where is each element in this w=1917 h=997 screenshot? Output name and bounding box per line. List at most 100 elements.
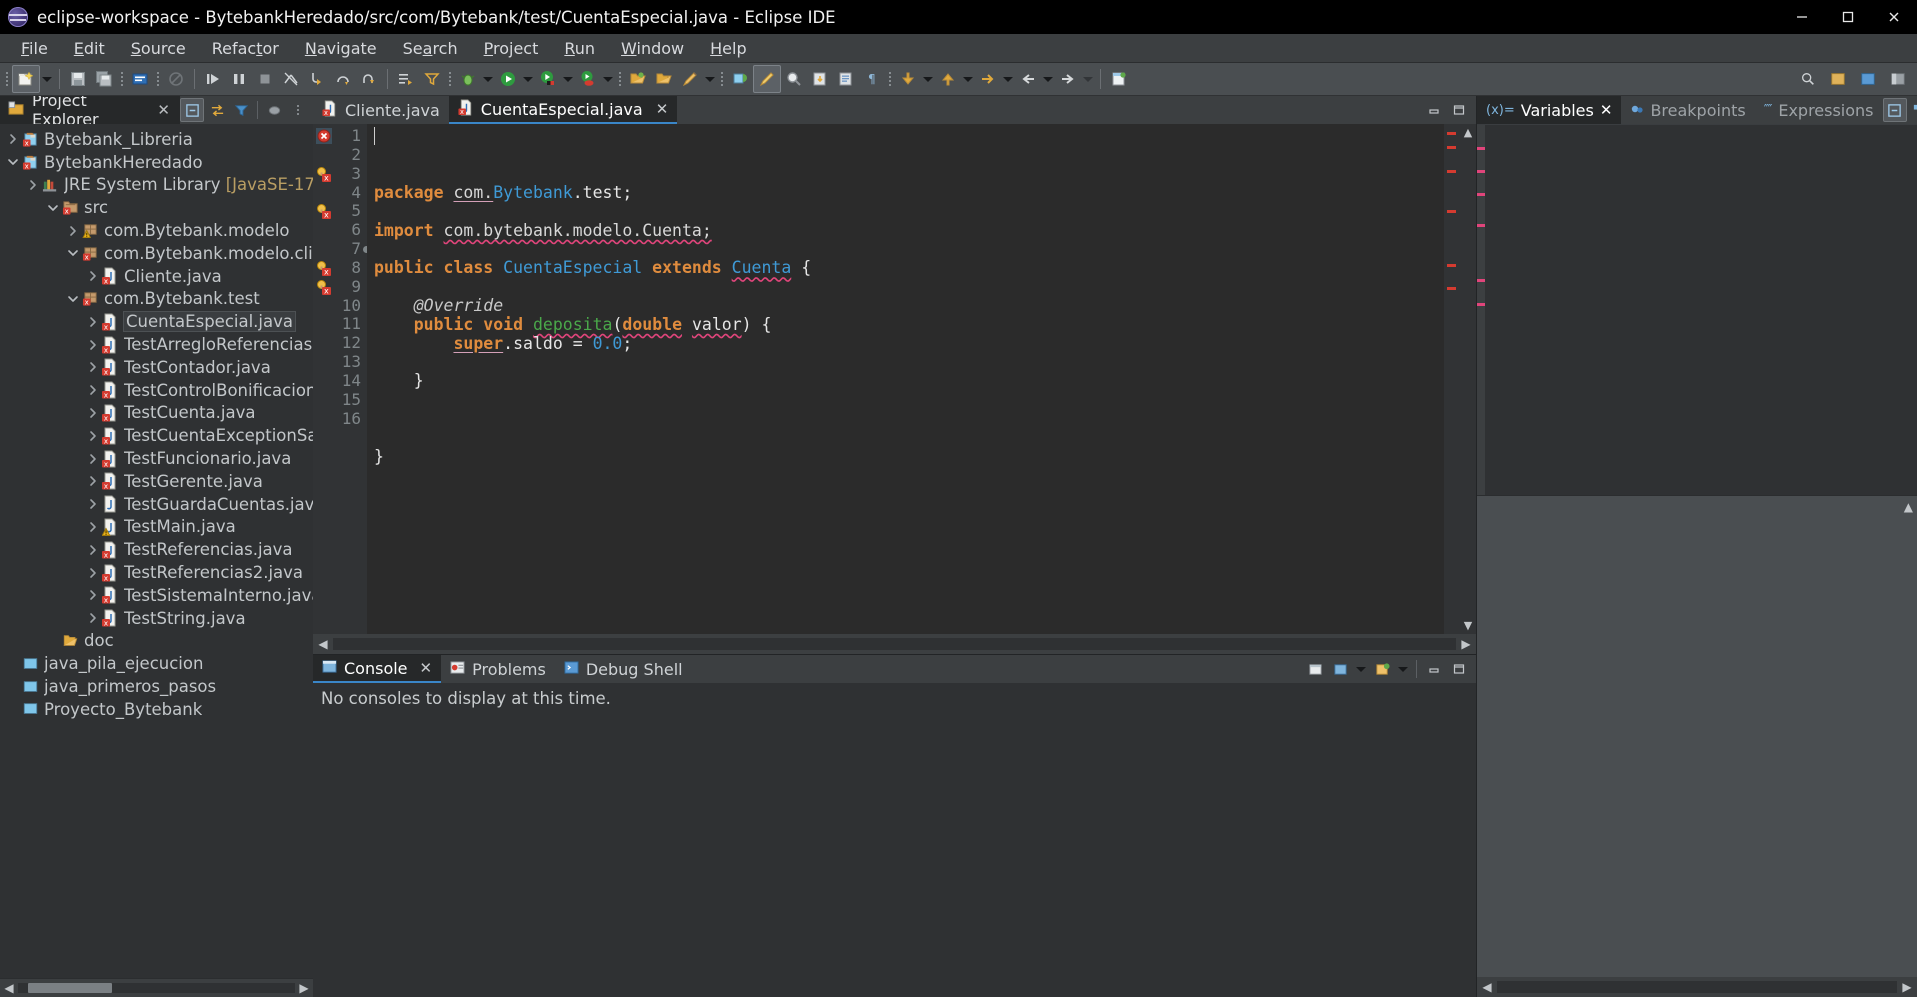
tree-item[interactable]: x TestGerente.java: [0, 470, 313, 493]
tree-item[interactable]: x TestReferencias2.java: [0, 561, 313, 584]
chevron-down-icon[interactable]: [66, 292, 80, 306]
step-over-icon[interactable]: [330, 66, 356, 92]
error-marker-icon[interactable]: [316, 128, 332, 144]
view-menu-filter-icon[interactable]: [230, 99, 252, 121]
quickfix-error-marker-icon[interactable]: x: [316, 203, 332, 220]
undo-disabled-icon[interactable]: [163, 66, 189, 92]
hscroll-track[interactable]: [18, 983, 295, 993]
code-content[interactable]: package com.Bytebank.test; import com.by…: [367, 124, 1444, 634]
overview-error-mark[interactable]: [1447, 146, 1456, 149]
tab-problems[interactable]: Problems: [441, 655, 555, 683]
toolbar-group-handle-3[interactable]: [446, 68, 454, 90]
toolbar-group-handle-5[interactable]: [718, 68, 726, 90]
editor-marker-ruler[interactable]: x x x x: [313, 124, 335, 634]
close-icon[interactable]: [1871, 0, 1917, 34]
tree-item[interactable]: java_primeros_pasos: [0, 675, 313, 698]
code-line[interactable]: import com.bytebank.modelo.Cuenta;: [367, 221, 1444, 241]
toolbar-group-handle-2[interactable]: [154, 68, 162, 90]
tab-expressions[interactable]: ⁗ Expressions: [1755, 96, 1883, 124]
collapse-all-icon[interactable]: [180, 98, 204, 122]
menu-file[interactable]: FFileile: [8, 36, 61, 61]
scroll-right-icon[interactable]: ▶: [1897, 980, 1917, 994]
hscroll-thumb[interactable]: [28, 983, 112, 993]
editor-hscrollbar[interactable]: ◀ ▶: [313, 634, 1476, 654]
last-edit-icon[interactable]: ¶: [859, 66, 885, 92]
close-icon[interactable]: ✕: [656, 101, 669, 117]
code-line[interactable]: package com.Bytebank.test;: [367, 183, 1444, 203]
tree-item[interactable]: x TestContador.java: [0, 356, 313, 379]
chevron-right-icon[interactable]: [86, 497, 100, 511]
tree-item[interactable]: x TestCuentaExceptionSaldo.java: [0, 424, 313, 447]
suspend-icon[interactable]: [226, 66, 252, 92]
console-dropdown[interactable]: [1354, 656, 1368, 682]
chevron-right-icon[interactable]: [86, 315, 100, 329]
focus-on-active-task-icon[interactable]: [263, 99, 285, 121]
project-tree[interactable]: x Bytebank_Libreria x BytebankHeredado JRE S…: [0, 124, 313, 978]
scroll-left-icon[interactable]: ◀: [313, 637, 333, 651]
next-edit-icon[interactable]: [975, 66, 1001, 92]
chevron-right-icon[interactable]: [86, 543, 100, 557]
tree-item[interactable]: JRE System Library [JavaSE-17]: [0, 174, 313, 197]
tree-item[interactable]: x com.Bytebank.modelo.cliente: [0, 242, 313, 265]
save-icon[interactable]: [65, 66, 91, 92]
variables-detail-pane[interactable]: ▲: [1477, 495, 1917, 977]
toolbar-group-handle-4[interactable]: [616, 68, 624, 90]
tree-item[interactable]: x TestFuncionario.java: [0, 447, 313, 470]
tree-item[interactable]: x src: [0, 196, 313, 219]
view-menu-dropdown[interactable]: [1396, 656, 1410, 682]
scroll-down-icon[interactable]: ▼: [1464, 619, 1472, 632]
toolbar-group-handle-1[interactable]: [118, 68, 126, 90]
menu-window[interactable]: Window: [608, 36, 697, 61]
code-line[interactable]: @Override: [367, 296, 1444, 316]
back-icon[interactable]: [895, 66, 921, 92]
step-return-icon[interactable]: [356, 66, 382, 92]
code-line[interactable]: [367, 467, 1444, 486]
tree-item[interactable]: x TestControlBonificacion.java: [0, 379, 313, 402]
next-annotation-icon[interactable]: [807, 66, 833, 92]
tree-item[interactable]: x Cliente.java: [0, 265, 313, 288]
chevron-right-icon[interactable]: [86, 588, 100, 602]
code-line[interactable]: [367, 241, 1444, 260]
editor-overview-ruler[interactable]: [1444, 124, 1460, 634]
chevron-down-icon[interactable]: [66, 246, 80, 260]
scroll-left-icon[interactable]: ◀: [1477, 980, 1497, 994]
run-last-tool-icon[interactable]: [575, 66, 601, 92]
java-perspective-icon[interactable]: [753, 65, 781, 93]
tree-item[interactable]: doc: [0, 630, 313, 653]
console-output[interactable]: No consoles to display at this time.: [313, 683, 1476, 997]
menu-edit[interactable]: Edit: [61, 36, 118, 61]
back-dropdown[interactable]: [921, 66, 935, 92]
chevron-right-icon[interactable]: [86, 406, 100, 420]
chevron-right-icon[interactable]: [86, 269, 100, 283]
java-perspective-button[interactable]: [1825, 66, 1851, 92]
quickfix-error-marker-icon[interactable]: x: [316, 166, 332, 182]
menu-help[interactable]: Help: [697, 36, 759, 61]
minimize-icon[interactable]: [1423, 99, 1445, 121]
editor-tab-cliente[interactable]: x Cliente.java: [313, 96, 449, 124]
toolbar-drag-handle[interactable]: [3, 68, 11, 90]
previous-annotation-icon[interactable]: [833, 66, 859, 92]
tree-item[interactable]: x Bytebank_Libreria: [0, 128, 313, 151]
tree-item[interactable]: x CuentaEspecial.java: [0, 310, 313, 333]
menu-navigate[interactable]: Navigate: [292, 36, 390, 61]
restore-icon[interactable]: [1825, 0, 1871, 34]
editor-tab-cuentaespecial[interactable]: x CuentaEspecial.java ✕: [448, 96, 678, 124]
variables-hscrollbar[interactable]: ◀ ▶: [1477, 977, 1917, 997]
show-logical-structure-icon[interactable]: [1909, 99, 1917, 121]
chevron-right-icon[interactable]: [86, 474, 100, 488]
back-arrow-icon[interactable]: [1015, 66, 1041, 92]
tab-console[interactable]: Console ✕: [313, 655, 442, 683]
code-line[interactable]: [367, 391, 1444, 410]
debug-perspective-button[interactable]: [1855, 66, 1881, 92]
next-edit-dropdown[interactable]: [1001, 66, 1015, 92]
editor-vscrollbar[interactable]: ▲ ▼: [1460, 124, 1476, 634]
tab-debug-shell[interactable]: Debug Shell: [555, 655, 692, 683]
open-type-icon[interactable]: [625, 66, 651, 92]
tree-item[interactable]: x com.Bytebank.test: [0, 288, 313, 311]
maximize-icon[interactable]: [1448, 99, 1470, 121]
tree-item[interactable]: x TestString.java: [0, 607, 313, 630]
run-last-dropdown[interactable]: [601, 66, 615, 92]
new-console-view-icon[interactable]: [1371, 658, 1393, 680]
resume-icon[interactable]: [200, 66, 226, 92]
new-editor-icon[interactable]: [1106, 66, 1132, 92]
